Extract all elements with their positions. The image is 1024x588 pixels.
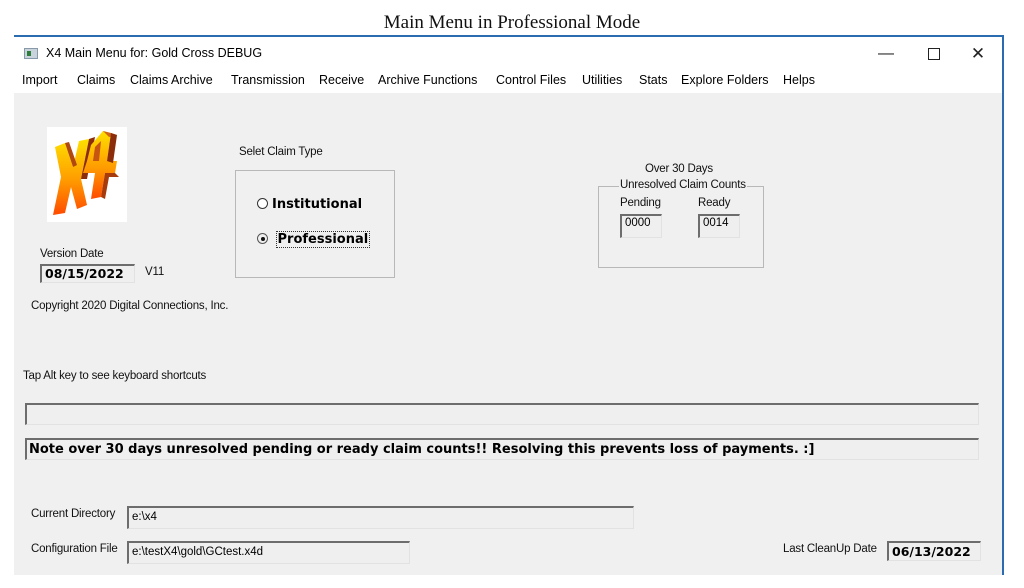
menu-bar: Import Claims Claims Archive Transmissio… xyxy=(14,69,1002,93)
note-banner: Note over 30 days unresolved pending or … xyxy=(25,438,979,460)
x4-logo xyxy=(47,127,127,222)
keyboard-hint: Tap Alt key to see keyboard shortcuts xyxy=(23,370,207,382)
radio-institutional[interactable]: Institutional xyxy=(257,197,362,212)
radio-checked-icon xyxy=(257,233,268,244)
pending-count-field: 0000 xyxy=(620,214,662,238)
version-date-label: Version Date xyxy=(40,248,104,260)
version-date-field: 08/15/2022 xyxy=(40,264,135,283)
last-cleanup-field: 06/13/2022 xyxy=(887,541,981,561)
radio-institutional-label: Institutional xyxy=(272,197,363,212)
unresolved-group: Unresolved Claim Counts Pending 0000 Rea… xyxy=(598,179,764,268)
maximize-icon xyxy=(928,47,940,60)
last-cleanup-label: Last CleanUp Date xyxy=(783,543,877,555)
current-directory-field: e:\x4 xyxy=(127,506,634,529)
menu-stats[interactable]: Stats xyxy=(639,73,668,87)
version-number: V11 xyxy=(145,266,165,278)
menu-explore-folders[interactable]: Explore Folders xyxy=(681,73,769,87)
close-button[interactable]: ✕ xyxy=(958,41,998,67)
ready-label: Ready xyxy=(698,197,731,209)
menu-control-files[interactable]: Control Files xyxy=(496,73,566,87)
claim-type-group: Institutional Professional xyxy=(235,170,395,278)
maximize-button[interactable] xyxy=(914,41,954,67)
menu-claims[interactable]: Claims xyxy=(77,73,115,87)
menu-import[interactable]: Import xyxy=(22,73,57,87)
menu-transmission[interactable]: Transmission xyxy=(231,73,305,87)
radio-unchecked-icon xyxy=(257,198,268,209)
main-window: X4 Main Menu for: Gold Cross DEBUG — ✕ I… xyxy=(14,35,1004,575)
current-directory-label: Current Directory xyxy=(31,508,116,520)
unresolved-group-label: Unresolved Claim Counts xyxy=(619,179,747,191)
menu-archive-functions[interactable]: Archive Functions xyxy=(378,73,477,87)
radio-professional[interactable]: Professional xyxy=(257,231,371,248)
window-title: X4 Main Menu for: Gold Cross DEBUG xyxy=(46,46,263,60)
app-icon xyxy=(24,48,38,59)
ready-count-field: 0014 xyxy=(698,214,740,238)
status-line xyxy=(25,403,979,425)
pending-label: Pending xyxy=(620,197,661,209)
claim-type-label: Selet Claim Type xyxy=(239,146,323,158)
copyright-text: Copyright 2020 Digital Connections, Inc. xyxy=(31,300,229,312)
menu-utilities[interactable]: Utilities xyxy=(582,73,622,87)
menu-helps[interactable]: Helps xyxy=(783,73,815,87)
configuration-file-field: e:\testX4\gold\GCtest.x4d xyxy=(127,541,410,564)
configuration-file-label: Configuration File xyxy=(31,543,118,555)
over-30-days-label: Over 30 Days xyxy=(645,163,713,175)
menu-receive[interactable]: Receive xyxy=(319,73,364,87)
page-caption: Main Menu in Professional Mode xyxy=(383,12,641,33)
radio-professional-label: Professional xyxy=(275,231,371,248)
menu-claims-archive[interactable]: Claims Archive xyxy=(130,73,213,87)
title-bar: X4 Main Menu for: Gold Cross DEBUG — ✕ xyxy=(14,37,1002,69)
minimize-button[interactable]: — xyxy=(866,41,906,67)
x4-logo-icon xyxy=(53,131,119,215)
